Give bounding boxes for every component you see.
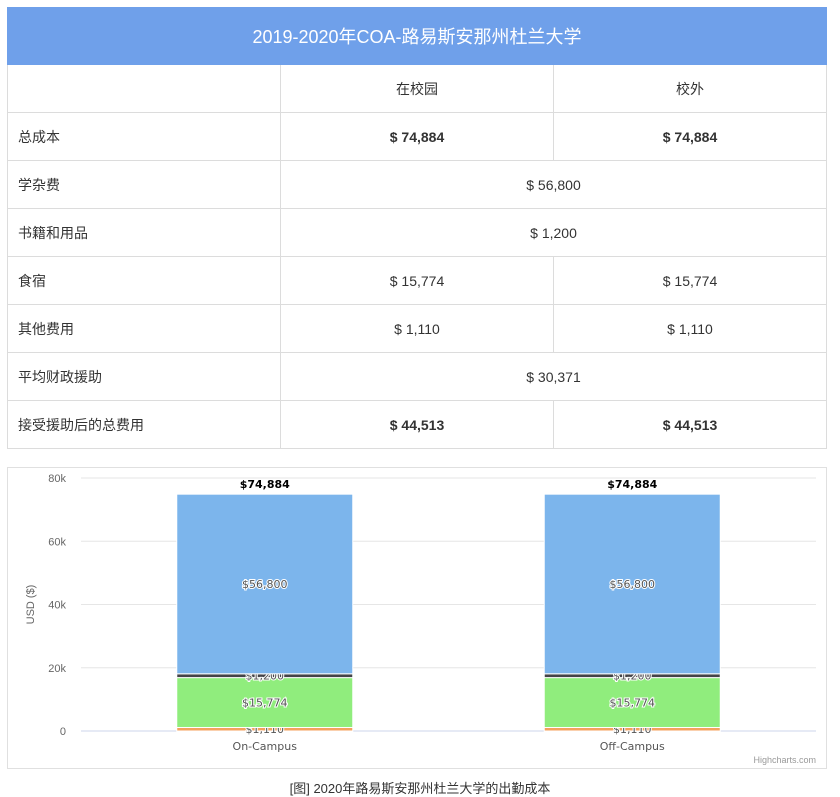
y-tick-label: 80k [48,473,66,485]
data-label: $56,800 [242,578,288,591]
table-row: 食宿 $ 15,774 $ 15,774 [7,256,827,305]
header-cell-on-campus: 在校园 [280,64,554,113]
data-label: $15,774 [610,697,656,710]
row-label: 食宿 [7,256,281,305]
table-title: 2019-2020年COA-路易斯安那州杜兰大学 [7,7,827,65]
chart-credits: Highcharts.com [753,755,816,765]
row-value-combined: $ 1,200 [280,208,827,257]
row-label: 平均财政援助 [7,352,281,401]
stacked-bar-chart: 020k40k60k80kUSD ($)$1,110$15,774$1,200$… [25,473,816,765]
y-tick-label: 60k [48,536,66,548]
row-label: 接受援助后的总费用 [7,400,281,449]
table-row: 平均财政援助 $ 30,371 [7,352,827,401]
stack-total-label: $74,884 [240,478,290,491]
table-header-row: 在校园 校外 [7,64,827,113]
table-row: 其他费用 $ 1,110 $ 1,110 [7,304,827,353]
table-row: 总成本 $ 74,884 $ 74,884 [7,112,827,161]
stack-total-label: $74,884 [607,478,657,491]
row-value-on-campus: $ 44,513 [280,400,554,449]
cost-table: 2019-2020年COA-路易斯安那州杜兰大学 在校园 校外 总成本 $ 74,… [7,7,827,449]
x-tick-label: Off-Campus [600,740,665,753]
row-value-off-campus: $ 74,884 [553,112,827,161]
row-value-on-campus: $ 15,774 [280,256,554,305]
y-tick-label: 0 [60,726,66,738]
row-value-combined: $ 56,800 [280,160,827,209]
table-row: 接受援助后的总费用 $ 44,513 $ 44,513 [7,400,827,449]
row-value-on-campus: $ 1,110 [280,304,554,353]
table-row: 学杂费 $ 56,800 [7,160,827,209]
chart-container: 0 20k 40k 60k 80k USD ($) $1,110 $15,774 $1,200 $… [7,467,827,769]
header-cell-off-campus: 校外 [553,64,827,113]
header-cell-empty [7,64,281,113]
table-body: 在校园 校外 总成本 $ 74,884 $ 74,884 学杂费 $ 56,800 书籍和… [7,64,827,449]
row-value-off-campus: $ 15,774 [553,256,827,305]
data-label: $15,774 [242,697,288,710]
row-label: 书籍和用品 [7,208,281,257]
row-value-on-campus: $ 74,884 [280,112,554,161]
row-label: 总成本 [7,112,281,161]
y-tick-label: 40k [48,600,66,612]
x-tick-label: On-Campus [233,740,298,753]
figure-caption: [图] 2020年路易斯安那州杜兰大学的出勤成本 [289,781,551,796]
row-value-off-campus: $ 1,110 [553,304,827,353]
row-label: 学杂费 [7,160,281,209]
data-label: $56,800 [610,578,656,591]
y-tick-label: 20k [48,663,66,675]
row-label: 其他费用 [7,304,281,353]
row-value-off-campus: $ 44,513 [553,400,827,449]
table-row: 书籍和用品 $ 1,200 [7,208,827,257]
row-value-combined: $ 30,371 [280,352,827,401]
y-axis-title: USD ($) [25,585,37,625]
